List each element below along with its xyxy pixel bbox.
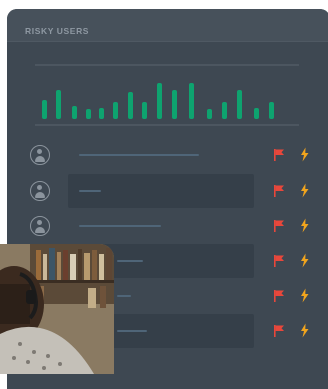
user-avatar-icon	[30, 181, 50, 201]
activity-bar	[207, 109, 212, 119]
user-name-placeholder	[117, 260, 143, 262]
user-row[interactable]	[7, 209, 328, 243]
activity-bar	[42, 100, 47, 119]
activity-bar	[113, 102, 118, 119]
user-name-placeholder	[117, 295, 131, 297]
user-name-placeholder	[79, 190, 101, 192]
panel-title: RISKY USERS	[25, 26, 90, 36]
activity-bar	[142, 102, 147, 119]
red-flag-icon[interactable]	[273, 289, 285, 303]
chart-bottom-rule	[35, 124, 299, 126]
red-flag-icon[interactable]	[273, 219, 285, 233]
lightning-icon[interactable]	[299, 323, 310, 338]
activity-bar	[189, 83, 194, 119]
activity-bar	[237, 90, 242, 119]
red-flag-icon[interactable]	[273, 254, 285, 268]
activity-bar	[56, 90, 61, 119]
user-avatar-icon	[30, 216, 50, 236]
lightning-icon[interactable]	[299, 218, 310, 233]
user-row[interactable]	[7, 174, 328, 208]
activity-bar	[254, 108, 259, 119]
red-flag-icon[interactable]	[273, 148, 285, 162]
activity-bar	[86, 109, 91, 119]
user-name-placeholder	[79, 154, 199, 156]
lightning-icon[interactable]	[299, 253, 310, 268]
user-row[interactable]	[7, 138, 328, 172]
activity-bar	[172, 90, 177, 119]
activity-bar	[269, 102, 274, 119]
user-name-placeholder	[79, 225, 161, 227]
red-flag-icon[interactable]	[273, 184, 285, 198]
lightning-icon[interactable]	[299, 183, 310, 198]
lightning-icon[interactable]	[299, 288, 310, 303]
activity-bar	[128, 92, 133, 119]
user-avatar-icon	[30, 145, 50, 165]
activity-bar	[157, 83, 162, 119]
activity-bar-chart	[35, 59, 299, 119]
activity-bar	[99, 108, 104, 119]
activity-bar	[222, 102, 227, 119]
panel-header: RISKY USERS	[7, 9, 328, 42]
user-name-placeholder	[117, 330, 147, 332]
lightning-icon[interactable]	[299, 147, 310, 162]
activity-bar	[72, 106, 77, 119]
person-photo	[0, 244, 114, 374]
red-flag-icon[interactable]	[273, 324, 285, 338]
